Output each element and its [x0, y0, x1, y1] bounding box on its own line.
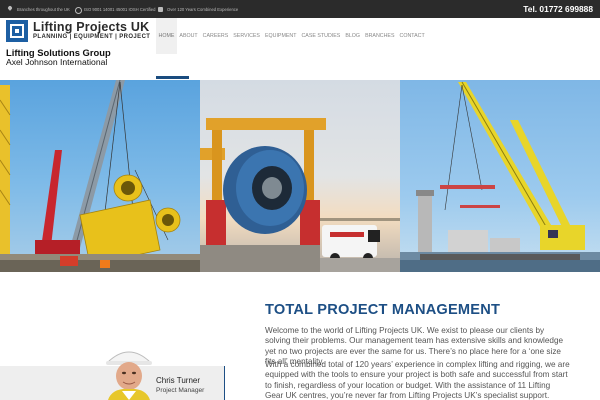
- experience-paragraph: With a combined total of 120 years’ expe…: [265, 360, 570, 400]
- nav-equipment[interactable]: EQUIPMENT: [262, 18, 299, 54]
- topbar-experience: Over 120 Years Combined Experience: [157, 0, 238, 18]
- gantry-illustration: [200, 118, 400, 272]
- main-nav: HOME ABOUT CAREERS SERVICES EQUIPMENT CA…: [156, 18, 427, 54]
- site-header: Lifting Projects UK PLANNING | EQUIPMENT…: [0, 18, 600, 80]
- crane-lift-illustration: [0, 80, 200, 272]
- nav-services[interactable]: SERVICES: [231, 18, 263, 54]
- nav-home[interactable]: HOME: [156, 18, 177, 54]
- avatar: [106, 351, 152, 400]
- profile-role: Project Manager: [156, 387, 205, 394]
- logo-name-text: Lifting Projects: [33, 20, 128, 34]
- floating-crane-photo: [400, 80, 600, 272]
- profile-name: Chris Turner: [156, 376, 201, 385]
- experience-badge-icon: [157, 6, 163, 12]
- top-info-bar: Branches throughout the UK ISO 9001 1400…: [0, 0, 600, 18]
- topbar-experience-text: Over 120 Years Combined Experience: [167, 6, 239, 12]
- nav-case-studies[interactable]: CASE STUDIES: [299, 18, 343, 54]
- logo-tagline: PLANNING | EQUIPMENT | PROJECT: [33, 34, 151, 40]
- profile-divider: [224, 366, 225, 400]
- site-logo[interactable]: Lifting Projects UK PLANNING | EQUIPMENT…: [6, 20, 151, 42]
- topbar-branches-text: Branches throughout the UK: [17, 6, 70, 12]
- crane-lift-photo: [0, 80, 200, 272]
- phone-link[interactable]: Tel. 01772 699888: [523, 0, 593, 18]
- nav-blog[interactable]: BLOG: [343, 18, 363, 54]
- nav-contact[interactable]: CONTACT: [397, 18, 427, 54]
- heavy-lift-gantry-photo: [200, 80, 400, 272]
- logo-name: Lifting Projects UK: [33, 20, 149, 34]
- topbar-certified: ISO 9001 14001 45001 IOSH Certified: [74, 0, 155, 18]
- topbar-branches: Branches throughout the UK: [7, 0, 70, 18]
- parent-company: Axel Johnson International: [6, 57, 108, 67]
- logo-uk-text: UK: [130, 20, 150, 34]
- nav-about[interactable]: ABOUT: [177, 18, 200, 54]
- map-pin-icon: [7, 6, 13, 12]
- section-title: TOTAL PROJECT MANAGEMENT: [265, 302, 501, 318]
- floating-crane-illustration: [400, 81, 600, 272]
- logo-mark-icon: [6, 20, 28, 42]
- nav-branches[interactable]: BRANCHES: [363, 18, 397, 54]
- hero-banner: [0, 80, 600, 272]
- topbar-certified-text: ISO 9001 14001 45001 IOSH Certified: [84, 6, 156, 12]
- nav-active-indicator: [156, 76, 189, 79]
- nav-careers[interactable]: CAREERS: [200, 18, 231, 54]
- certificate-icon: [74, 6, 82, 14]
